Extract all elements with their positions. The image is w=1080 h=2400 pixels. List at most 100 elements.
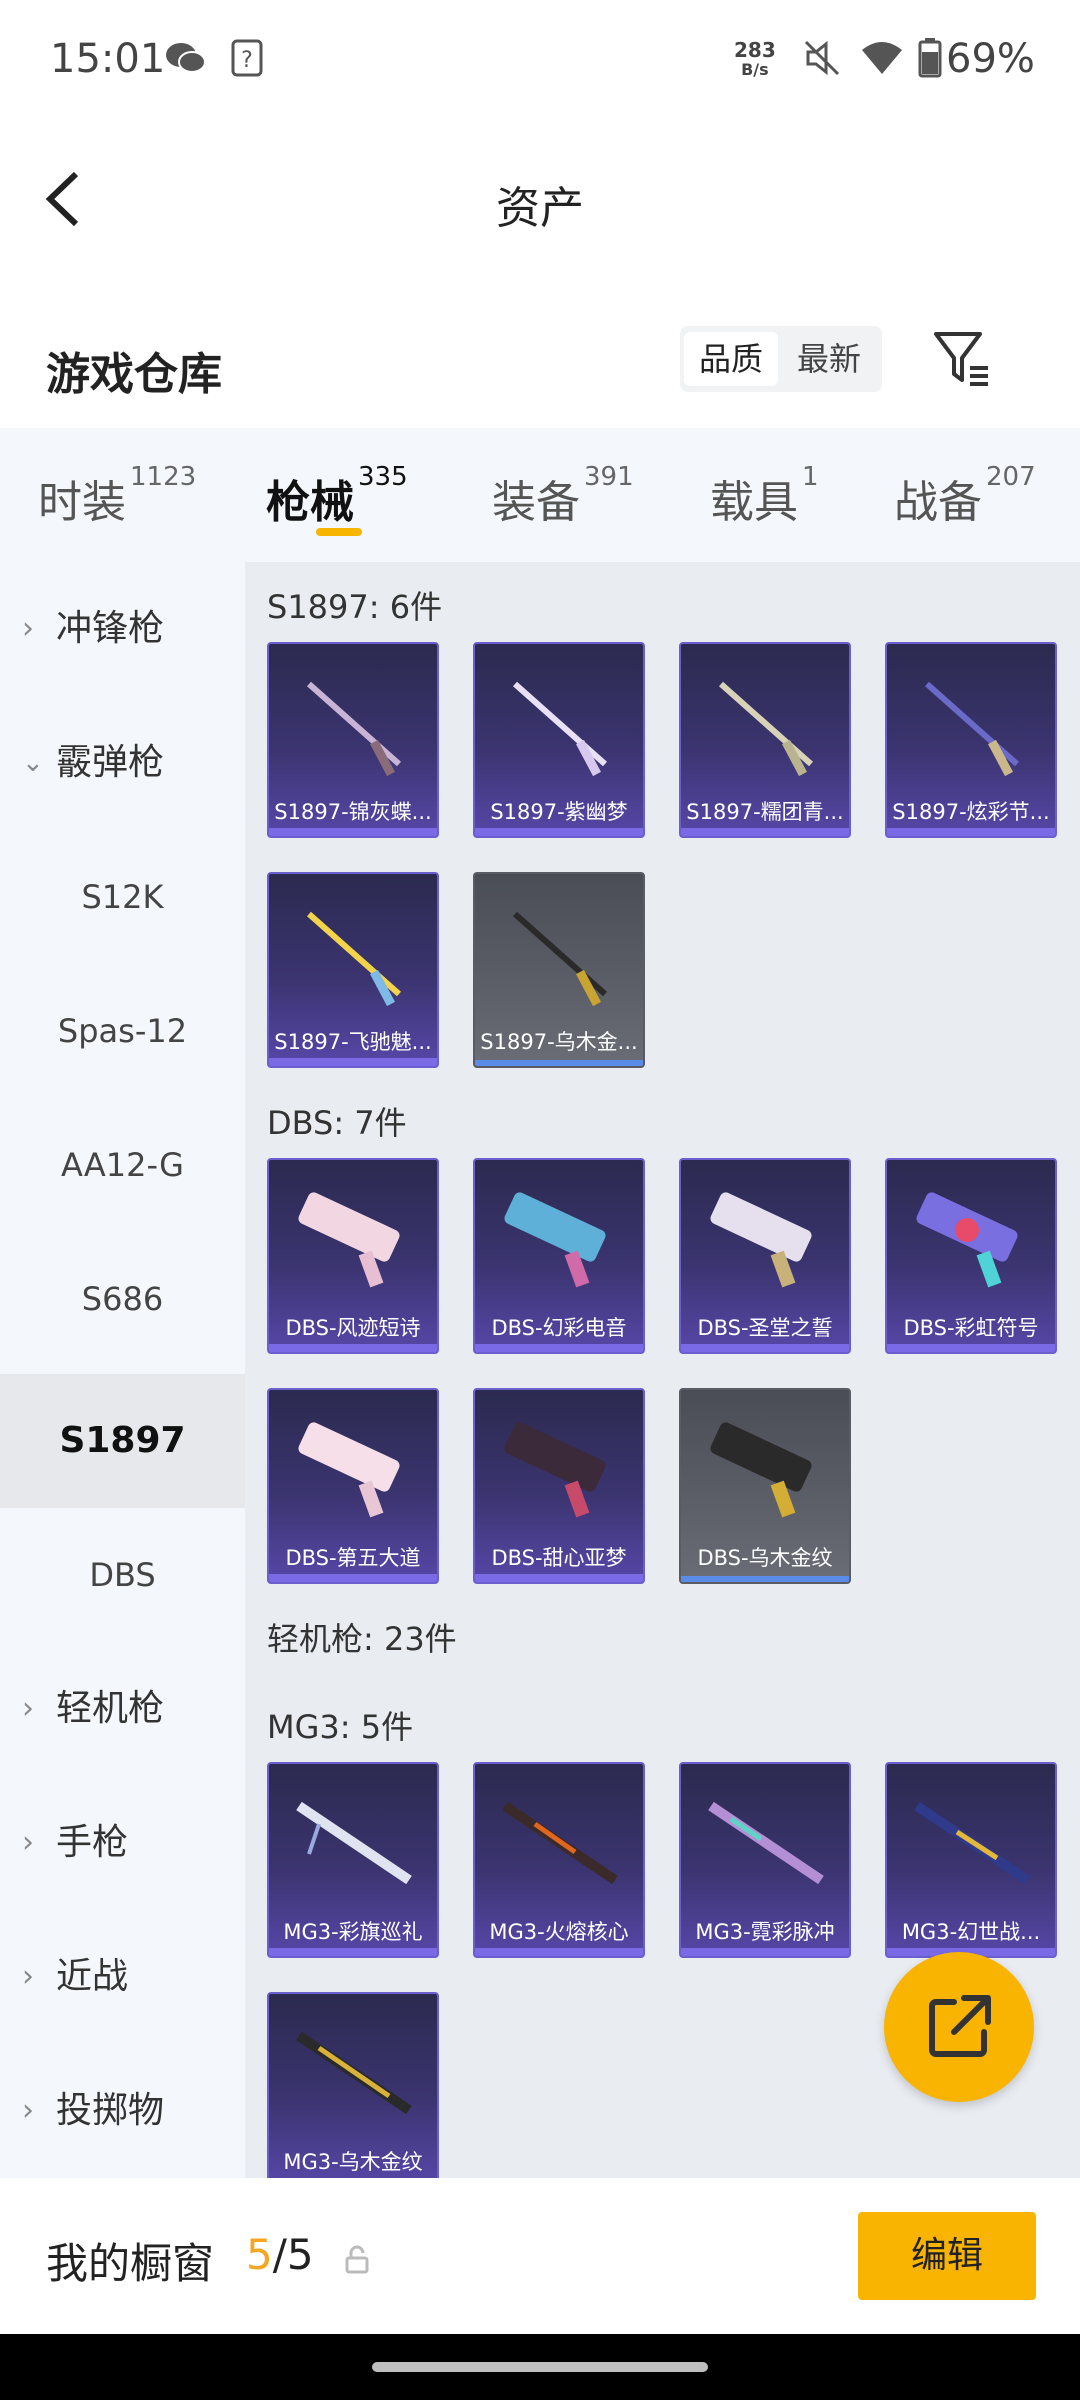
shotgun-image: [504, 1422, 606, 1518]
weapon-card[interactable]: MG3-彩旗巡礼: [267, 1762, 439, 1958]
sidebar-item-smg[interactable]: › 冲锋枪: [0, 562, 245, 696]
weapon-card[interactable]: S1897-锦灰蝶...: [267, 642, 439, 838]
sidebar-item-lmg[interactable]: › 轻机枪: [0, 1642, 245, 1776]
sort-quality-button[interactable]: 品质: [684, 332, 778, 386]
weapon-card[interactable]: DBS-乌木金纹: [679, 1388, 851, 1584]
share-fab-button[interactable]: [884, 1952, 1034, 2102]
weapon-card[interactable]: S1897-糯团青...: [679, 642, 851, 838]
sidebar-sub-spas12[interactable]: Spas-12: [0, 964, 245, 1098]
weapon-name: S1897-乌木金...: [480, 1030, 638, 1054]
group-label-dbs: DBS: 7件: [267, 1104, 407, 1142]
sidebar-item-melee[interactable]: › 近战: [0, 1910, 245, 2044]
status-bar: 15:01 ? 283 B/s 69%: [0, 0, 1080, 124]
shotgun-image: [513, 681, 607, 777]
weapon-name: DBS-幻彩电音: [491, 1316, 627, 1340]
weapon-card[interactable]: DBS-幻彩电音: [473, 1158, 645, 1354]
tab-weapons[interactable]: 枪械 335: [266, 462, 408, 530]
page-title: 资产: [496, 183, 584, 234]
weapon-name: MG3-乌木金纹: [283, 2150, 423, 2174]
weapon-grid: S1897: 6件 S1897-锦灰蝶... S1897-紫幽梦 S1897-糯…: [245, 562, 1080, 2178]
shotgun-image: [916, 1192, 1018, 1288]
sidebar-sub-s1897[interactable]: S1897: [0, 1374, 245, 1508]
weapon-name: S1897-炫彩节...: [892, 800, 1050, 824]
battery-icon: [918, 38, 942, 78]
app-header: 资产: [0, 124, 1080, 274]
sidebar-sub-aa12g[interactable]: AA12-G: [0, 1098, 245, 1232]
weapon-name: S1897-飞驰魅...: [274, 1030, 432, 1054]
weapon-card[interactable]: DBS-第五大道: [267, 1388, 439, 1584]
weapon-name: DBS-彩虹符号: [903, 1316, 1039, 1340]
weapon-card[interactable]: MG3-霓彩脉冲: [679, 1762, 851, 1958]
weapon-sidebar: › 冲锋枪 ⌄ 霰弹枪 S12K Spas-12 AA12-G S686 S18…: [0, 562, 245, 2178]
unknown-app-icon: ?: [231, 39, 263, 77]
chevron-right-icon: ›: [22, 611, 34, 646]
wifi-icon: [862, 42, 902, 74]
sidebar-sub-s686[interactable]: S686: [0, 1232, 245, 1366]
svg-text:?: ?: [241, 48, 253, 73]
weapon-name: S1897-紫幽梦: [490, 800, 628, 824]
weapon-card[interactable]: MG3-幻世战...: [885, 1762, 1057, 1958]
shotgun-image: [925, 681, 1019, 777]
home-gesture-bar[interactable]: [372, 2362, 708, 2372]
weapon-name: S1897-糯团青...: [686, 800, 844, 824]
tab-fashion[interactable]: 时装 1123: [38, 462, 196, 530]
filter-icon[interactable]: [930, 326, 994, 390]
sidebar-item-pistol[interactable]: › 手枪: [0, 1776, 245, 1910]
weapon-card[interactable]: S1897-飞驰魅...: [267, 872, 439, 1068]
showcase-count: 5/5: [246, 2230, 314, 2279]
sidebar-item-shotgun[interactable]: ⌄ 霰弹枪: [0, 696, 245, 830]
weapon-name: MG3-幻世战...: [901, 1920, 1041, 1944]
weapon-card[interactable]: DBS-彩虹符号: [885, 1158, 1057, 1354]
weapon-card[interactable]: S1897-乌木金...: [473, 872, 645, 1068]
weapon-name: S1897-锦灰蝶...: [274, 800, 432, 824]
tab-vehicles[interactable]: 载具 1: [710, 462, 819, 530]
battery-percent: 69%: [946, 36, 1035, 82]
category-tabs: 时装 1123 枪械 335 装备 391 载具 1 战备 207: [0, 428, 1080, 562]
weapon-card[interactable]: MG3-火熔核心: [473, 1762, 645, 1958]
warehouse-header: 游戏仓库 品质 最新: [0, 290, 1080, 430]
shotgun-image: [298, 1422, 400, 1518]
weapon-name: MG3-彩旗巡礼: [283, 1920, 423, 1944]
system-nav-bar: [0, 2334, 1080, 2400]
weapon-name: DBS-第五大道: [285, 1546, 421, 1570]
machine-gun-image: [502, 1801, 618, 1885]
showcase-label: 我的橱窗: [46, 2239, 215, 2288]
shotgun-image: [504, 1192, 606, 1288]
weapon-name: DBS-风迹短诗: [285, 1316, 421, 1340]
sidebar-sub-dbs[interactable]: DBS: [0, 1508, 245, 1642]
chevron-down-icon: ⌄: [22, 748, 44, 778]
chevron-right-icon: ›: [22, 1825, 34, 1860]
chevron-right-icon: ›: [22, 1691, 34, 1726]
machine-gun-image: [914, 1801, 1030, 1885]
tab-indicator: [316, 528, 362, 536]
status-time: 15:01: [50, 36, 166, 82]
tab-supplies[interactable]: 战备 207: [894, 462, 1036, 530]
weapon-card[interactable]: DBS-风迹短诗: [267, 1158, 439, 1354]
shotgun-image: [710, 1422, 812, 1518]
tab-equipment[interactable]: 装备 391: [492, 462, 634, 530]
shotgun-image: [298, 1192, 400, 1288]
weapon-name: DBS-乌木金纹: [697, 1546, 833, 1570]
mute-icon: [804, 40, 840, 76]
warehouse-title: 游戏仓库: [46, 349, 222, 400]
weapon-name: MG3-霓彩脉冲: [695, 1920, 835, 1944]
shotgun-image: [307, 681, 401, 777]
weapon-card[interactable]: DBS-圣堂之誓: [679, 1158, 851, 1354]
sidebar-item-throwable[interactable]: › 投掷物: [0, 2044, 245, 2178]
weapon-card[interactable]: MG3-乌木金纹: [267, 1992, 439, 2178]
showcase-bar: 我的橱窗 5/5 编辑: [0, 2178, 1080, 2334]
shotgun-image: [307, 911, 401, 1007]
sort-latest-button[interactable]: 最新: [782, 332, 876, 386]
wechat-icon: [166, 43, 206, 73]
machine-gun-image: [296, 1801, 412, 1885]
chevron-right-icon: ›: [22, 2093, 34, 2128]
group-label-s1897: S1897: 6件: [267, 588, 443, 626]
weapon-card[interactable]: S1897-紫幽梦: [473, 642, 645, 838]
edit-button[interactable]: 编辑: [858, 2212, 1036, 2300]
machine-gun-image: [708, 1801, 824, 1885]
weapon-card[interactable]: S1897-炫彩节...: [885, 642, 1057, 838]
weapon-name: DBS-圣堂之誓: [697, 1316, 833, 1340]
shotgun-image: [710, 1192, 812, 1288]
weapon-card[interactable]: DBS-甜心亚梦: [473, 1388, 645, 1584]
sidebar-sub-s12k[interactable]: S12K: [0, 830, 245, 964]
